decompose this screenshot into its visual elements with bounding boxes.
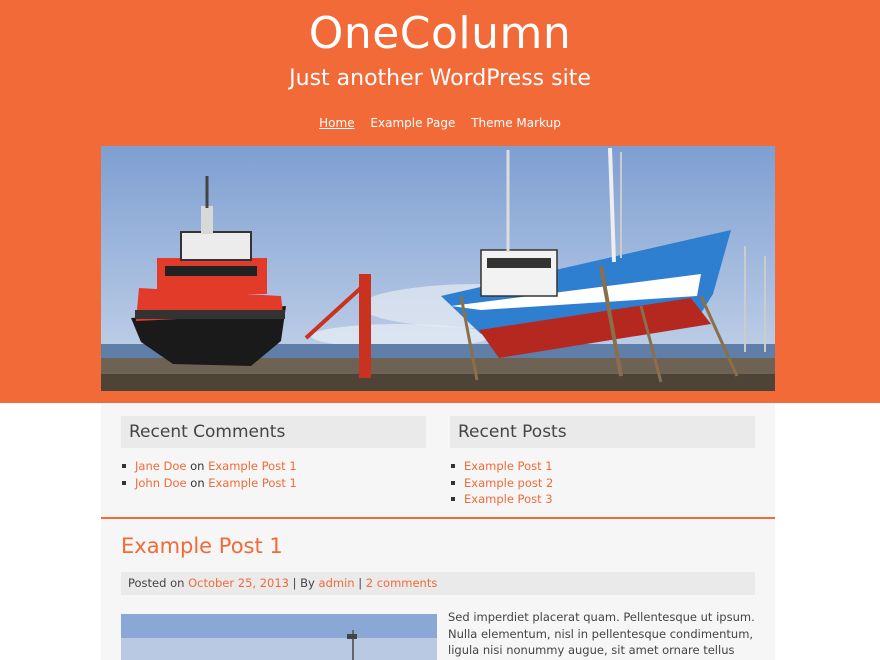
- comment-on-text: on: [190, 459, 205, 473]
- recent-comments-widget: Recent Comments Jane Doe on Example Post…: [121, 416, 426, 491]
- divider: [101, 517, 775, 519]
- post-date-link[interactable]: October 25, 2013: [188, 576, 289, 590]
- header-image: [101, 146, 775, 391]
- list-item: John Doe on Example Post 1: [122, 475, 426, 492]
- nav-item-theme-markup[interactable]: Theme Markup: [471, 116, 561, 130]
- list-item: Example Post 3: [451, 491, 755, 508]
- post-thumbnail[interactable]: [121, 614, 437, 660]
- recent-comments-list: Jane Doe on Example Post 1 John Doe on E…: [121, 458, 426, 491]
- recent-posts-title: Recent Posts: [450, 416, 755, 448]
- comment-post-link[interactable]: Example Post 1: [208, 459, 297, 473]
- post-comments-link[interactable]: 2 comments: [366, 576, 438, 590]
- main-nav: Home Example Page Theme Markup: [0, 116, 880, 130]
- meta-separator: |: [358, 576, 363, 590]
- post-author-link[interactable]: admin: [319, 576, 355, 590]
- recent-post-link[interactable]: Example Post 3: [464, 492, 553, 506]
- post-thumbnail-image: [121, 614, 437, 660]
- meta-separator: | By: [292, 576, 315, 590]
- recent-posts-widget: Recent Posts Example Post 1 Example post…: [450, 416, 755, 508]
- nav-item-home[interactable]: Home: [319, 116, 354, 130]
- comment-author-link[interactable]: Jane Doe: [135, 459, 186, 473]
- post-excerpt: Sed imperdiet placerat quam. Pellentesqu…: [448, 610, 755, 660]
- recent-comments-title: Recent Comments: [121, 416, 426, 448]
- list-item: Example post 2: [451, 475, 755, 492]
- site-title[interactable]: OneColumn: [0, 8, 880, 59]
- comment-post-link[interactable]: Example Post 1: [208, 476, 297, 490]
- site-header: OneColumn Just another WordPress site Ho…: [0, 0, 880, 403]
- comment-author-link[interactable]: John Doe: [135, 476, 187, 490]
- list-item: Example Post 1: [451, 458, 755, 475]
- comment-on-text: on: [190, 475, 205, 490]
- site-description: Just another WordPress site: [289, 66, 591, 91]
- recent-post-link[interactable]: Example post 2: [464, 476, 553, 490]
- posted-on-label: Posted on: [128, 576, 185, 590]
- recent-post-link[interactable]: Example Post 1: [464, 459, 553, 473]
- main-content: Recent Comments Jane Doe on Example Post…: [101, 403, 775, 660]
- post-title[interactable]: Example Post 1: [121, 534, 283, 558]
- recent-posts-list: Example Post 1 Example post 2 Example Po…: [450, 458, 755, 508]
- list-item: Jane Doe on Example Post 1: [122, 458, 426, 475]
- post-meta: Posted on October 25, 2013 | By admin | …: [121, 572, 755, 595]
- nav-item-example-page[interactable]: Example Page: [370, 116, 455, 130]
- boats-photo: [101, 146, 775, 391]
